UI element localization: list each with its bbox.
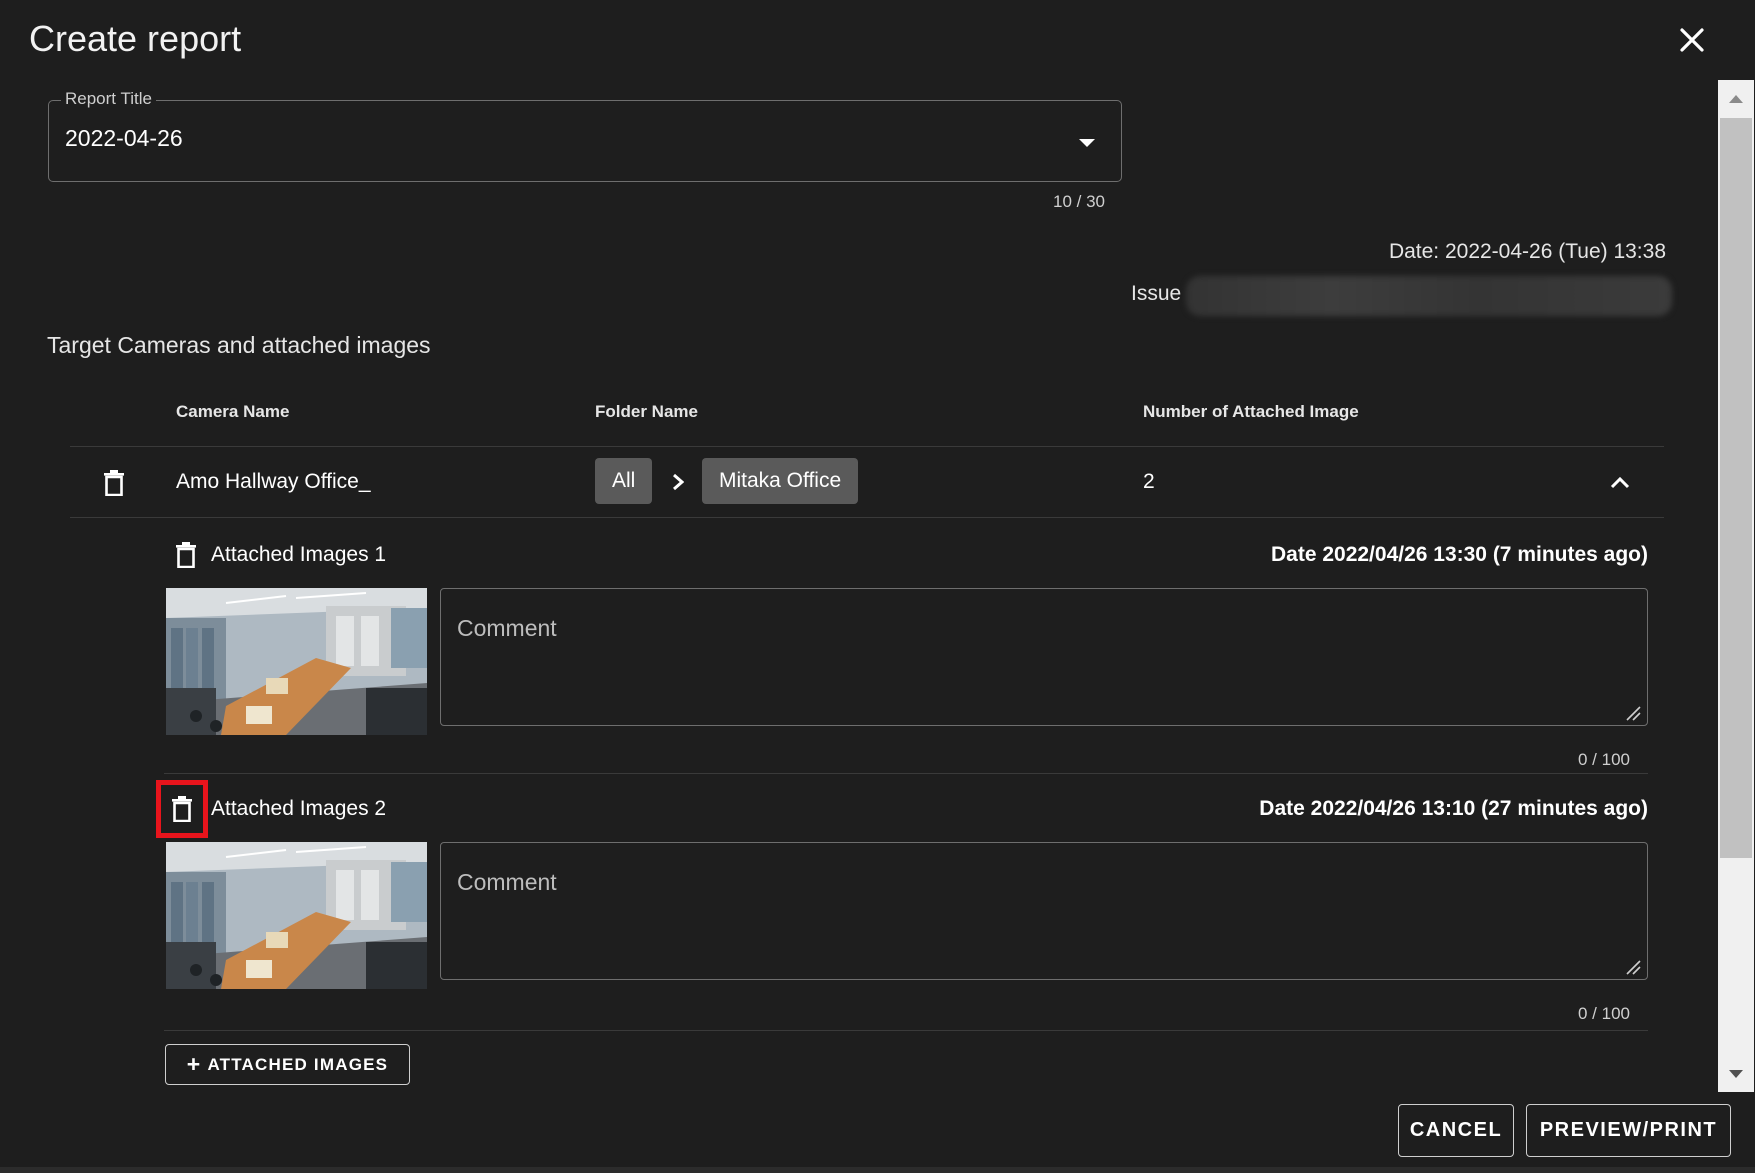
resize-handle-icon[interactable] [1625,959,1641,975]
office-snapshot-image [166,842,427,989]
issue-label: Issue [1131,282,1182,305]
add-attached-images-button[interactable]: + ATTACHED IMAGES [165,1044,410,1085]
bottom-edge [0,1167,1755,1173]
header-folder-name: Folder Name [595,402,698,421]
attachment-thumbnail[interactable] [166,588,427,735]
cameras-table: Camera Name Folder Name Number of Attach… [70,380,1664,518]
trash-icon [104,470,124,496]
chevron-up-icon [1610,477,1630,489]
scroll-up-button[interactable] [1718,80,1754,116]
scrollbar-thumb[interactable] [1720,118,1752,858]
attachment-item: Attached Images 2 Date 2022/04/26 13:10 … [156,780,1648,1023]
add-attached-images-label: ATTACHED IMAGES [207,1054,389,1074]
scroll-down-button[interactable] [1718,1056,1754,1092]
close-icon [1680,28,1704,52]
table-header: Camera Name Folder Name Number of Attach… [70,380,1664,447]
cancel-button[interactable]: CANCEL [1398,1104,1514,1157]
chevron-right-icon [673,473,684,491]
breadcrumb-separator [666,467,690,497]
plus-icon: + [186,1051,202,1077]
trash-icon [172,796,192,822]
attachment-title: Attached Images 2 [211,797,387,820]
close-button[interactable] [1672,20,1712,60]
attachment-divider [164,773,1648,774]
comment-counter: 0 / 100 [1578,1004,1630,1023]
comment-input[interactable] [441,589,1647,725]
collapse-row-button[interactable] [1602,465,1638,501]
vertical-scrollbar[interactable] [1718,80,1754,1092]
report-title-label: Report Title [61,89,156,109]
attachment-thumbnail[interactable] [166,842,427,989]
report-title-dropdown-button[interactable] [1075,131,1099,155]
attachment-date: Date 2022/04/26 13:30 (7 minutes ago) [1270,543,1648,566]
comment-field[interactable] [440,588,1648,726]
header-image-count: Number of Attached Image [1143,402,1359,421]
report-title-counter: 10 / 30 [1053,192,1105,211]
attached-image-count: 2 [1143,470,1155,493]
delete-camera-button[interactable] [94,463,134,503]
table-row: Amo Hallway Office_ All Mitaka Office 2 [70,447,1664,518]
triangle-up-icon [1729,94,1743,103]
comment-counter: 0 / 100 [1578,750,1630,769]
attachment-title: Attached Images 1 [211,543,387,566]
preview-print-button[interactable]: PREVIEW/PRINT [1526,1104,1731,1157]
attachment-divider [164,1030,1648,1031]
triangle-down-icon [1729,1069,1743,1078]
trash-icon [176,542,196,568]
delete-attachment-button[interactable] [164,530,208,580]
comment-field[interactable] [440,842,1648,980]
header-camera-name: Camera Name [176,402,290,421]
issue-value-redacted [1186,276,1672,316]
report-date: Date: 2022-04-26 (Tue) 13:38 [1388,240,1666,263]
attachment-date: Date 2022/04/26 13:10 (27 minutes ago) [1259,797,1648,820]
dialog-content[interactable]: Report Title 2022-04-26 10 / 30 Date: 20… [0,80,1718,1090]
section-title: Target Cameras and attached images [47,332,431,358]
office-snapshot-image [166,588,427,735]
caret-down-icon [1079,139,1095,147]
report-title-field[interactable]: Report Title 2022-04-26 [48,89,1122,182]
attachment-item: Attached Images 1 Date 2022/04/26 13:30 … [164,530,1648,769]
delete-attachment-button-highlighted[interactable] [156,780,208,838]
folder-chip-mitaka-office[interactable]: Mitaka Office [702,458,859,504]
dialog-title: Create report [29,18,242,59]
camera-name: Amo Hallway Office_ [176,470,371,493]
resize-handle-icon[interactable] [1625,705,1641,721]
create-report-dialog: Create report Report Title 2022-04-26 10… [0,0,1755,1173]
folder-chip-all[interactable]: All [595,458,653,504]
report-title-value[interactable]: 2022-04-26 [65,125,183,152]
comment-input[interactable] [441,843,1647,979]
